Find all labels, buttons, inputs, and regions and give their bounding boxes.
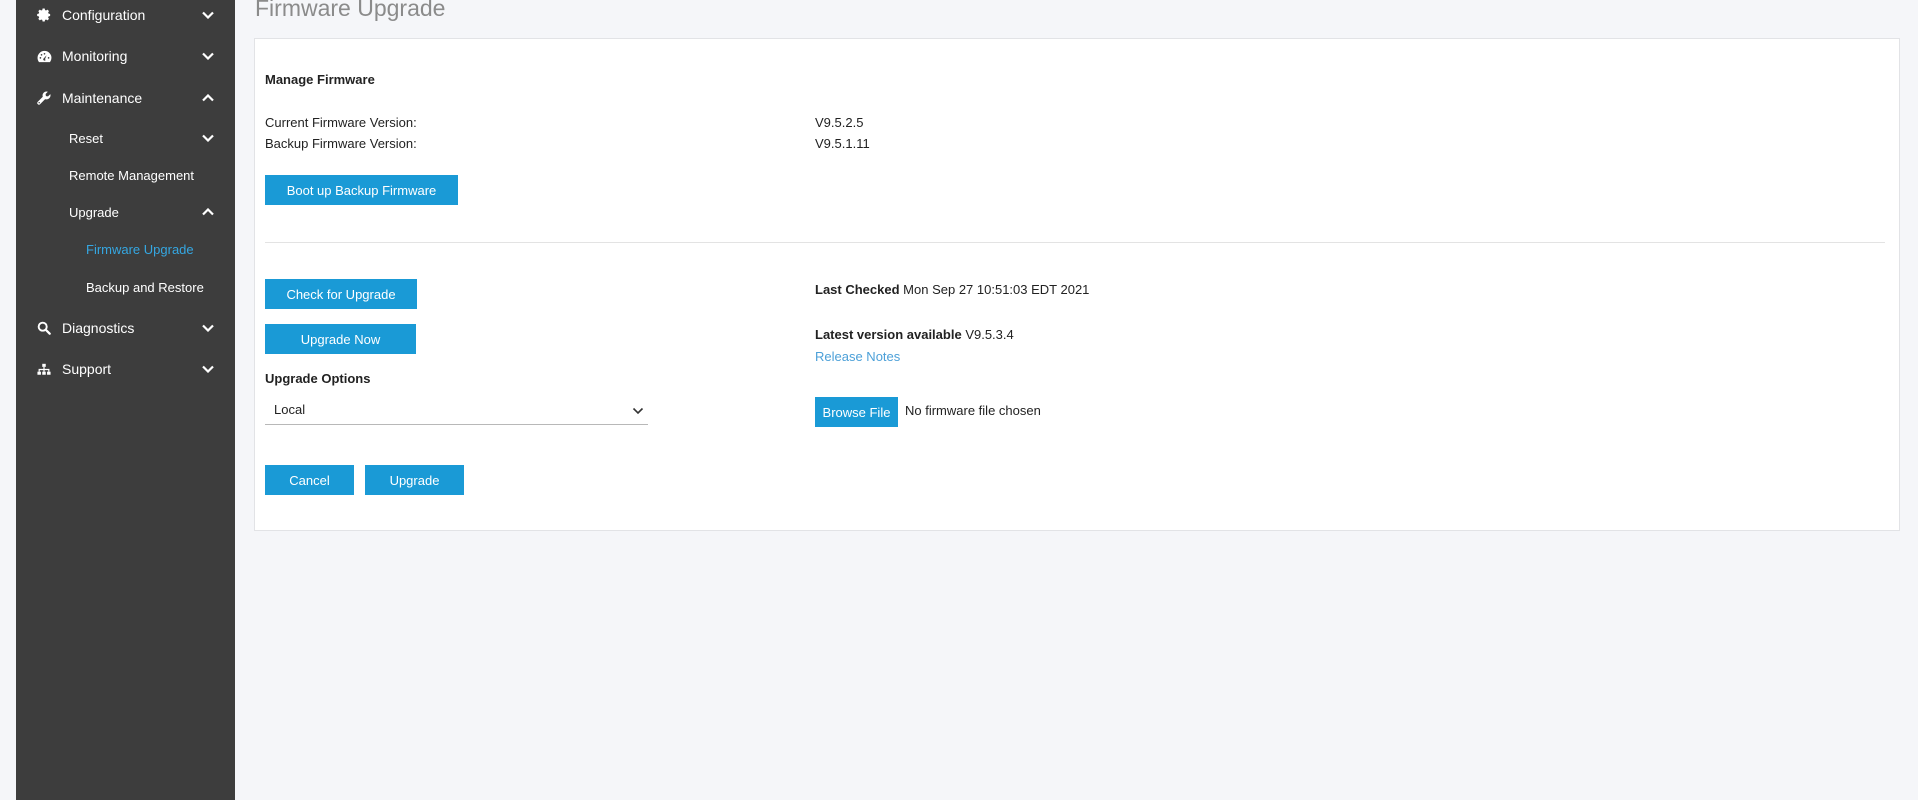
boot-backup-firmware-button[interactable]: Boot up Backup Firmware (265, 175, 458, 205)
sidebar-item-reset[interactable]: Reset (16, 123, 235, 153)
sidebar: Configuration Monitoring Maintenance Res… (16, 0, 235, 800)
sidebar-item-backup-and-restore[interactable]: Backup and Restore (16, 272, 235, 302)
chevron-up-icon (201, 205, 215, 219)
backup-firmware-value: V9.5.1.11 (815, 136, 870, 151)
upgrade-options-select[interactable]: Local (265, 395, 648, 425)
sidebar-item-label: Firmware Upgrade (86, 241, 194, 257)
release-notes-link[interactable]: Release Notes (815, 349, 900, 364)
sidebar-item-firmware-upgrade[interactable]: Firmware Upgrade (16, 234, 235, 264)
last-checked-line: Last Checked Mon Sep 27 10:51:03 EDT 202… (815, 282, 1089, 297)
gear-icon (36, 7, 52, 23)
cancel-button[interactable]: Cancel (265, 465, 354, 495)
sidebar-item-label: Backup and Restore (86, 279, 204, 295)
upgrade-now-button[interactable]: Upgrade Now (265, 324, 416, 354)
chevron-down-icon (201, 362, 215, 376)
chevron-up-icon (201, 91, 215, 105)
latest-version-value: V9.5.3.4 (965, 327, 1014, 342)
sidebar-item-label: Monitoring (62, 48, 128, 64)
sidebar-item-label: Diagnostics (62, 320, 135, 336)
sidebar-item-remote-management[interactable]: Remote Management (16, 160, 235, 190)
sidebar-item-label: Upgrade (69, 204, 119, 220)
chevron-down-icon (632, 403, 646, 417)
manage-firmware-heading: Manage Firmware (265, 72, 375, 87)
sidebar-item-maintenance[interactable]: Maintenance (16, 83, 235, 113)
sitemap-icon (36, 361, 52, 377)
sidebar-item-support[interactable]: Support (16, 354, 235, 384)
sidebar-item-label: Reset (69, 130, 103, 146)
upgrade-options-selected: Local (274, 402, 306, 417)
current-firmware-label: Current Firmware Version: (265, 115, 417, 130)
sidebar-item-configuration[interactable]: Configuration (16, 0, 235, 30)
upgrade-button[interactable]: Upgrade (365, 465, 464, 495)
firmware-panel: Manage Firmware Current Firmware Version… (254, 38, 1900, 531)
divider (265, 242, 1885, 243)
sidebar-item-label: Maintenance (62, 90, 143, 106)
chevron-down-icon (201, 321, 215, 335)
sidebar-item-diagnostics[interactable]: Diagnostics (16, 313, 235, 343)
sidebar-item-label: Support (62, 361, 112, 377)
chevron-down-icon (201, 49, 215, 63)
sidebar-item-upgrade[interactable]: Upgrade (16, 197, 235, 227)
last-checked-label: Last Checked (815, 282, 900, 297)
upgrade-options-label: Upgrade Options (265, 371, 371, 386)
sidebar-item-label: Remote Management (69, 167, 195, 183)
latest-version-label: Latest version available (815, 327, 962, 342)
current-firmware-value: V9.5.2.5 (815, 115, 864, 130)
file-status-text: No firmware file chosen (905, 403, 1041, 418)
latest-version-line: Latest version available V9.5.3.4 (815, 327, 1014, 342)
wrench-icon (36, 90, 52, 106)
sidebar-item-label: Configuration (62, 7, 146, 23)
browse-file-button[interactable]: Browse File (815, 397, 898, 427)
chevron-down-icon (201, 8, 215, 22)
check-for-upgrade-button[interactable]: Check for Upgrade (265, 279, 417, 309)
left-edge-strip (0, 0, 16, 800)
page-title: Firmware Upgrade (255, 0, 446, 21)
chevron-down-icon (201, 131, 215, 145)
last-checked-value: Mon Sep 27 10:51:03 EDT 2021 (903, 282, 1090, 297)
sidebar-item-monitoring[interactable]: Monitoring (16, 41, 235, 71)
dashboard-icon (36, 48, 52, 64)
backup-firmware-label: Backup Firmware Version: (265, 136, 417, 151)
search-icon (36, 320, 52, 336)
